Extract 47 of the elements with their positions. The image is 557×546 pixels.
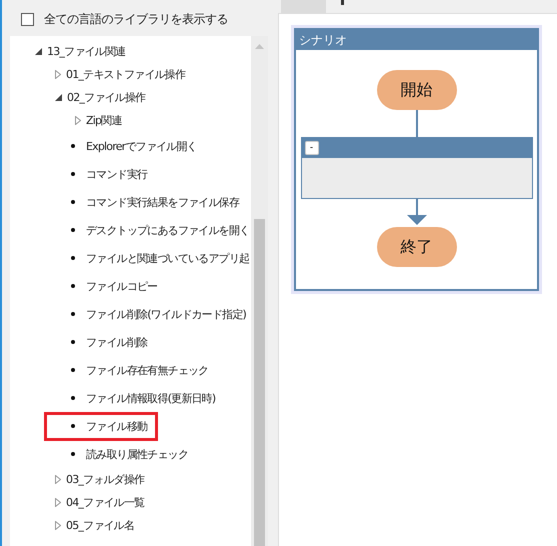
tree-item[interactable]: 13_ファイル関連: [47, 44, 126, 59]
bullet-icon: [71, 368, 75, 372]
bullet-icon: [71, 284, 75, 288]
scroll-thumb[interactable]: [254, 219, 265, 546]
bullet-icon: [71, 172, 75, 176]
expanded-triangle-icon[interactable]: [35, 48, 42, 55]
tree-item[interactable]: 03_フォルダ操作: [66, 472, 144, 487]
end-node: 終了: [376, 227, 456, 267]
tree-item[interactable]: 読み取り属性チェック: [86, 446, 188, 462]
tree-item[interactable]: ファイル情報取得(更新日時): [86, 390, 216, 406]
collapsed-triangle-icon[interactable]: [55, 498, 61, 507]
tree-item[interactable]: 04_ファイル一覧: [66, 495, 144, 510]
checkbox[interactable]: [21, 12, 34, 26]
bullet-icon: [71, 312, 75, 316]
tree-item[interactable]: ファイルと関連づいているアプリ起: [86, 250, 250, 266]
tree-item[interactable]: コマンド実行結果をファイル保存: [86, 194, 240, 210]
tree-item[interactable]: Explorerでファイル開く: [86, 138, 197, 154]
collapsed-triangle-icon[interactable]: [55, 521, 61, 530]
bullet-icon: [71, 228, 75, 232]
tree-item[interactable]: 01_テキストファイル操作: [66, 67, 186, 82]
bullet-icon: [71, 256, 75, 260]
tree-item[interactable]: ファイル削除(ワイルドカード指定): [86, 306, 246, 322]
bullet-icon: [71, 452, 75, 456]
bullet-icon: [71, 396, 75, 400]
tree-item[interactable]: 02_ファイル操作: [67, 90, 146, 105]
bullet-icon: [71, 144, 75, 148]
tree-item[interactable]: ファイルコピー: [86, 278, 158, 294]
tree-item[interactable]: Zip関連: [86, 113, 122, 128]
tree-item[interactable]: ファイル移動: [86, 418, 148, 434]
collapsed-triangle-icon[interactable]: [75, 116, 81, 125]
collapsed-triangle-icon[interactable]: [55, 475, 61, 484]
tree-item[interactable]: ファイル削除: [86, 334, 148, 350]
tree-item[interactable]: ファイル存在有無チェック: [86, 362, 208, 378]
bullet-icon: [71, 200, 75, 204]
checkbox-label[interactable]: 全ての言語のライブラリを表示する: [44, 10, 228, 28]
collapsed-triangle-icon[interactable]: [55, 70, 61, 79]
tree-item[interactable]: 05_ファイル名: [66, 518, 134, 533]
scroll-up-icon[interactable]: [255, 44, 264, 49]
collapse-button[interactable]: -: [304, 141, 318, 155]
tree-item[interactable]: デスクトップにあるファイルを開く: [86, 222, 250, 238]
scenario-title: シナリオ: [296, 30, 537, 50]
expanded-triangle-icon[interactable]: [55, 94, 62, 101]
start-node: 開始: [376, 70, 456, 110]
tree-item[interactable]: コマンド実行: [86, 166, 148, 182]
bullet-icon: [71, 424, 75, 428]
scrollbar[interactable]: [251, 36, 268, 546]
bullet-icon: [71, 340, 75, 344]
